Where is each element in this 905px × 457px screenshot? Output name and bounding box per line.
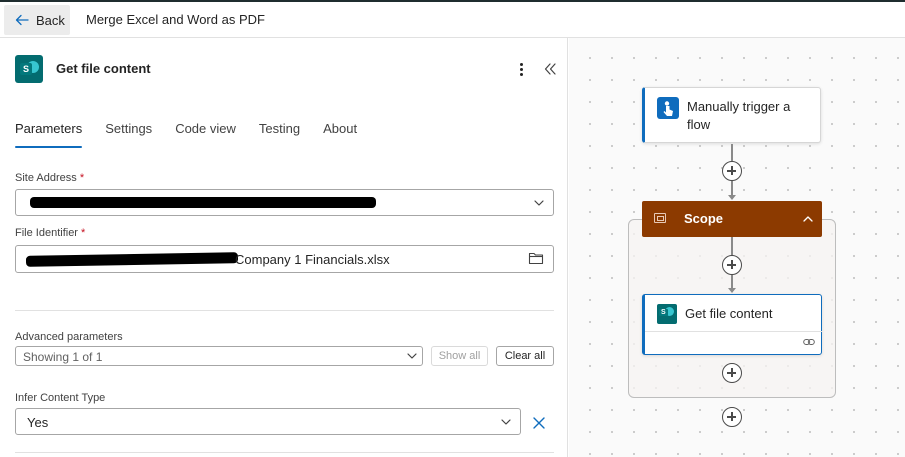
advanced-parameters-value: Showing 1 of 1 [23, 350, 103, 364]
connector-line [731, 181, 733, 196]
sharepoint-icon: S [15, 55, 43, 83]
tab-settings[interactable]: Settings [105, 120, 152, 148]
arrow-down-icon [728, 195, 736, 200]
site-address-label-text: Site Address [15, 172, 77, 184]
arrow-left-icon [15, 14, 29, 26]
file-identifier-input[interactable]: Company 1 Financials.xlsx [15, 245, 554, 273]
scope-card[interactable]: Scope [642, 201, 822, 237]
action-details-panel: S Get file content Parameters Settings C… [0, 38, 568, 457]
add-step-plus-icon[interactable] [722, 363, 742, 383]
panel-header: S Get file content [15, 55, 556, 83]
add-step-plus-icon[interactable] [722, 255, 742, 275]
folder-icon[interactable] [528, 251, 544, 265]
clear-all-button[interactable]: Clear all [496, 346, 554, 366]
scope-icon [654, 213, 666, 223]
file-identifier-value: Company 1 Financials.xlsx [235, 252, 390, 267]
flow-canvas[interactable]: Manually trigger a flow Scope S Get file… [569, 38, 905, 457]
infer-content-type-value: Yes [27, 415, 49, 430]
tab-about[interactable]: About [323, 120, 357, 148]
infer-content-type-dropdown[interactable]: Yes [15, 408, 521, 435]
scope-label: Scope [684, 211, 724, 226]
trigger-card[interactable]: Manually trigger a flow [642, 87, 821, 143]
flow-title: Merge Excel and Word as PDF [86, 12, 265, 27]
advanced-parameters-label: Advanced parameters [15, 331, 123, 343]
file-identifier-label: File Identifier * [15, 227, 85, 239]
collapse-panel-icon[interactable] [540, 59, 560, 79]
sharepoint-icon: S [657, 304, 677, 324]
connector-line [731, 237, 733, 256]
redacted-file-path [25, 252, 239, 267]
link-icon[interactable] [803, 337, 815, 347]
connector-line [731, 144, 733, 161]
site-address-dropdown[interactable] [15, 189, 554, 216]
back-button[interactable]: Back [4, 5, 70, 35]
tab-testing[interactable]: Testing [259, 120, 300, 148]
chevron-down-icon [501, 419, 511, 425]
tab-code-view[interactable]: Code view [175, 120, 236, 148]
infer-content-type-label: Infer Content Type [15, 392, 106, 404]
divider [15, 452, 554, 453]
add-step-plus-icon[interactable] [722, 161, 742, 181]
chevron-down-icon [534, 200, 544, 206]
site-address-label: Site Address * [15, 172, 84, 184]
connector-line [731, 275, 733, 289]
trigger-label: Manually trigger a flow [687, 99, 791, 132]
more-options-icon[interactable] [511, 59, 531, 79]
advanced-parameters-dropdown[interactable]: Showing 1 of 1 [15, 346, 423, 366]
panel-title: Get file content [56, 61, 151, 76]
manual-trigger-icon [657, 97, 679, 119]
back-label: Back [36, 12, 65, 28]
get-file-content-card[interactable]: S Get file content [642, 294, 822, 355]
redacted-site-address [30, 197, 376, 208]
tab-parameters[interactable]: Parameters [15, 120, 83, 148]
required-mark: * [81, 227, 86, 239]
required-mark: * [79, 172, 85, 184]
arrow-down-icon [728, 288, 736, 293]
get-file-content-label: Get file content [685, 306, 773, 321]
card-divider [645, 331, 822, 332]
chevron-up-icon[interactable] [802, 213, 814, 225]
header-bar: Back Merge Excel and Word as PDF [0, 2, 905, 38]
close-icon[interactable] [531, 415, 547, 431]
add-step-plus-icon[interactable] [722, 407, 742, 427]
show-all-button[interactable]: Show all [431, 346, 488, 366]
divider [15, 310, 554, 311]
tab-list: Parameters Settings Code view Testing Ab… [15, 120, 380, 150]
chevron-down-icon [407, 353, 417, 359]
file-identifier-label-text: File Identifier [15, 227, 78, 239]
